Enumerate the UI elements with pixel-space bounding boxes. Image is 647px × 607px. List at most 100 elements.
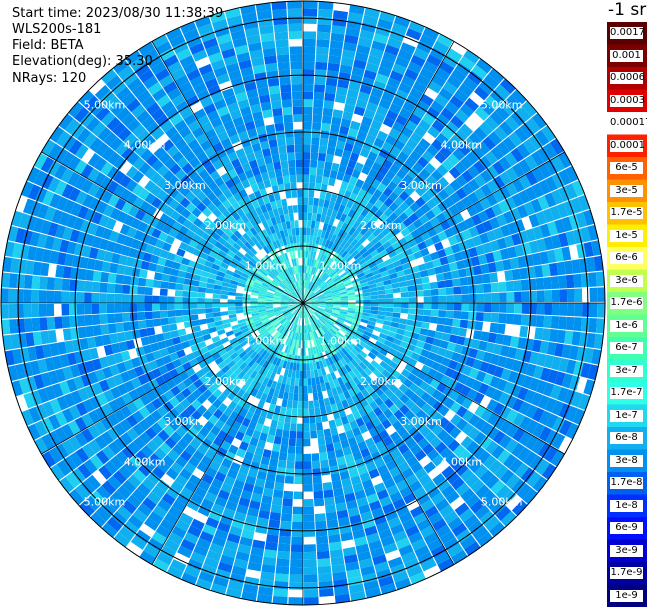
range-gate-cell: [321, 122, 331, 132]
range-gate-cell: [235, 299, 243, 303]
range-gate-cell: [197, 297, 205, 303]
range-gate-cell: [427, 329, 436, 338]
range-gate-cell: [317, 565, 332, 575]
range-gate-cell: [285, 407, 292, 416]
range-gate-cell: [1, 288, 9, 303]
range-gate-cell: [266, 534, 279, 544]
range-gate-cell: [429, 281, 439, 290]
range-gate-cell: [300, 250, 303, 258]
range-gate-cell: [174, 296, 183, 303]
range-gate-cell: [521, 303, 530, 315]
colorbar-tick-label: 0.0001: [610, 139, 645, 152]
range-gate-cell: [422, 315, 431, 323]
range-gate-cell: [299, 370, 303, 379]
range-gate-cell: [399, 281, 408, 288]
range-gate-cell: [114, 283, 123, 294]
range-gate-cell: [303, 129, 312, 138]
range-gate-cell: [271, 153, 281, 163]
range-gate-cell: [520, 279, 530, 291]
range-gate-cell: [304, 589, 319, 598]
range-gate-cell: [288, 159, 296, 168]
range-gate-cell: [474, 321, 484, 331]
range-gate-cell: [205, 288, 214, 294]
range-gate-cell: [408, 308, 417, 315]
range-gate-cell: [85, 269, 95, 281]
range-gate-cell: [279, 76, 291, 86]
range-gate-cell: [276, 558, 290, 567]
range-gate-cell: [423, 296, 432, 303]
range-gate-cell: [161, 324, 171, 333]
range-gate-cell: [91, 292, 100, 303]
range-gate-cell: [268, 139, 278, 148]
range-gate-cell: [190, 314, 199, 321]
range-gate-cell: [137, 320, 147, 329]
range-gate-cell: [212, 293, 221, 299]
range-gate-cell: [303, 514, 315, 522]
range-gate-cell: [513, 314, 522, 326]
range-gate-cell: [566, 303, 575, 317]
range-gate-cell: [316, 543, 330, 552]
range-gate-cell: [38, 290, 47, 303]
range-gate-cell: [313, 91, 325, 101]
range-gate-cell: [107, 273, 117, 284]
range-gate-cell: [282, 429, 290, 439]
range-gate-cell: [8, 273, 18, 288]
range-gate-cell: [331, 434, 341, 444]
range-gate-cell: [306, 227, 311, 236]
range-gate-cell: [174, 290, 183, 297]
range-gate-cell: [300, 257, 303, 266]
ppi-scan-plot: 1.00km1.00km1.00km1.00km2.00km2.00km2.00…: [0, 0, 606, 606]
range-gate-cell: [282, 175, 290, 184]
range-gate-cell: [370, 299, 379, 303]
range-gate-cell: [153, 325, 163, 335]
range-gate-cell: [283, 490, 294, 500]
range-gate-cell: [288, 438, 296, 447]
range-gate-cell: [519, 325, 529, 338]
range-gate-cell: [167, 289, 176, 297]
range-gate-cell: [316, 550, 330, 560]
range-gate-cell: [31, 303, 40, 318]
range-gate-cell: [295, 167, 303, 175]
range-gate-cell: [443, 325, 453, 334]
range-gate-cell: [459, 277, 469, 286]
range-gate-cell: [204, 298, 213, 303]
range-gate-cell: [290, 559, 303, 568]
range-gate-cell: [303, 152, 311, 160]
range-gate-cell: [227, 306, 236, 311]
range-gate-cell: [476, 293, 485, 303]
range-gate-cell: [296, 431, 303, 439]
range-gate-cell: [304, 581, 319, 590]
range-gate-cell: [580, 273, 590, 288]
range-gate-cell: [297, 401, 303, 409]
range-gate-cell: [205, 308, 213, 314]
range-gate-cell: [385, 293, 394, 299]
range-gate-cell: [458, 327, 468, 337]
range-gate-cell: [293, 212, 299, 221]
range-gate-cell: [315, 61, 328, 71]
range-gate-cell: [475, 284, 484, 294]
range-gate-cell: [329, 47, 343, 57]
range-gate-cell: [446, 303, 454, 311]
range-gate-cell: [429, 316, 439, 324]
range-gate-cell: [330, 426, 339, 436]
colorbar-tick-label: 6e-5: [610, 162, 643, 175]
range-ring-label: 4.00km: [441, 139, 483, 152]
range-gate-cell: [307, 378, 312, 386]
range-gate-cell: [322, 107, 333, 117]
range-gate-cell: [318, 580, 333, 590]
colorbar-tick-label: 1.7e-5: [610, 207, 643, 220]
range-gate-cell: [426, 267, 436, 276]
range-gate-cell: [323, 489, 334, 499]
range-gate-cell: [296, 423, 303, 432]
range-gate-cell: [136, 294, 145, 303]
range-gate-cell: [325, 85, 337, 95]
range-gate-cell: [303, 144, 311, 153]
range-gate-cell: [437, 317, 446, 325]
range-gate-cell: [370, 306, 379, 311]
range-gate-cell: [280, 160, 289, 169]
range-gate-cell: [212, 307, 221, 313]
range-gate-cell: [450, 270, 460, 279]
range-gate-cell: [419, 328, 429, 336]
range-gate-cell: [289, 38, 303, 47]
range-gate-cell: [490, 312, 500, 323]
